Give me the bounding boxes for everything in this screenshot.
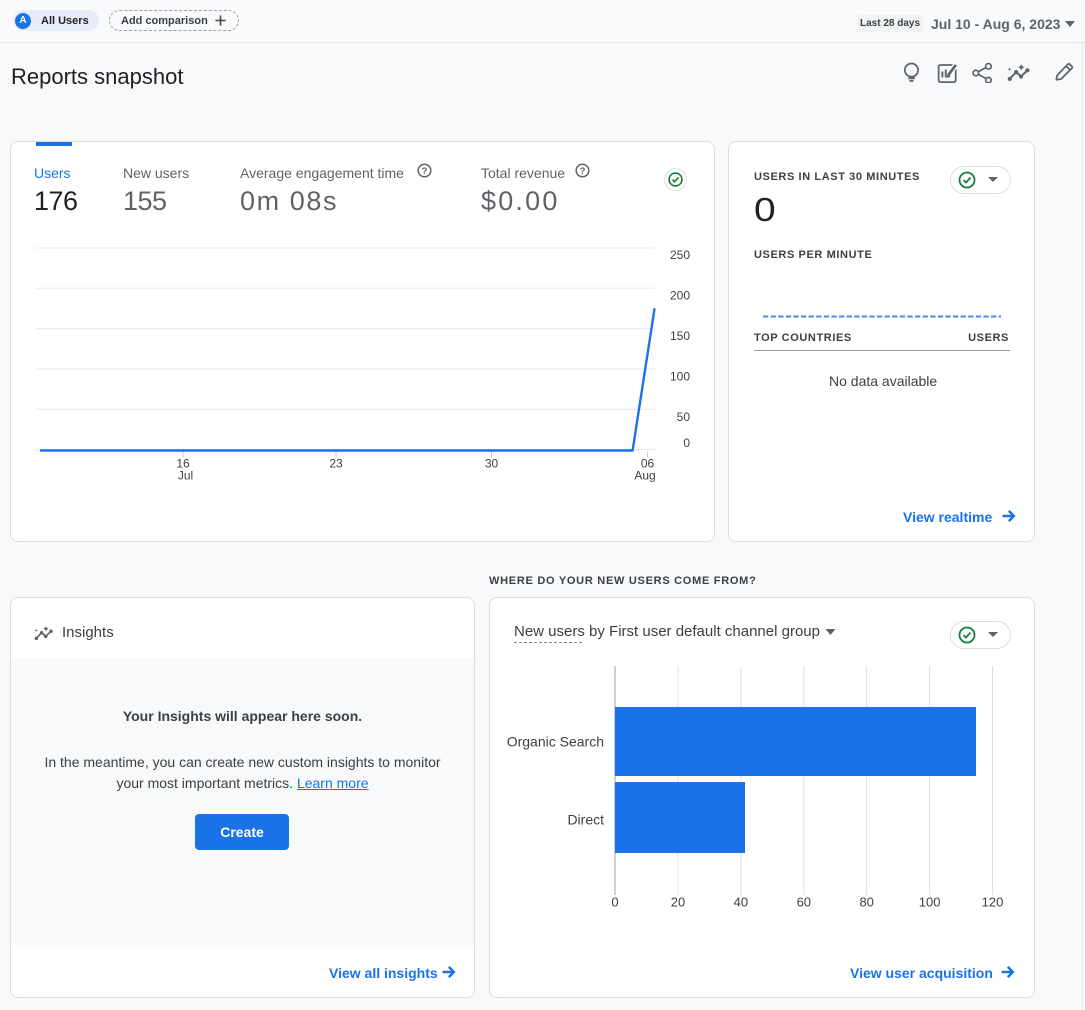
svg-text:Organic Search: Organic Search [507, 734, 604, 750]
svg-text:250: 250 [670, 248, 690, 262]
svg-text:80: 80 [859, 895, 873, 910]
svg-text:100: 100 [919, 895, 941, 910]
svg-text:0: 0 [611, 895, 618, 910]
svg-text:23: 23 [329, 457, 343, 471]
svg-text:Direct: Direct [567, 812, 604, 828]
svg-text:0: 0 [683, 436, 690, 450]
svg-text:50: 50 [677, 410, 691, 424]
svg-text:150: 150 [670, 329, 690, 343]
svg-text:200: 200 [670, 288, 690, 302]
svg-text:Aug: Aug [634, 469, 655, 483]
svg-text:40: 40 [734, 895, 748, 910]
svg-text:?: ? [422, 166, 428, 177]
svg-text:20: 20 [671, 895, 685, 910]
svg-text:30: 30 [485, 457, 499, 471]
svg-text:Jul: Jul [178, 469, 193, 483]
svg-text:60: 60 [797, 895, 811, 910]
svg-text:100: 100 [670, 370, 690, 384]
svg-text:120: 120 [982, 895, 1004, 910]
svg-text:?: ? [580, 166, 586, 177]
